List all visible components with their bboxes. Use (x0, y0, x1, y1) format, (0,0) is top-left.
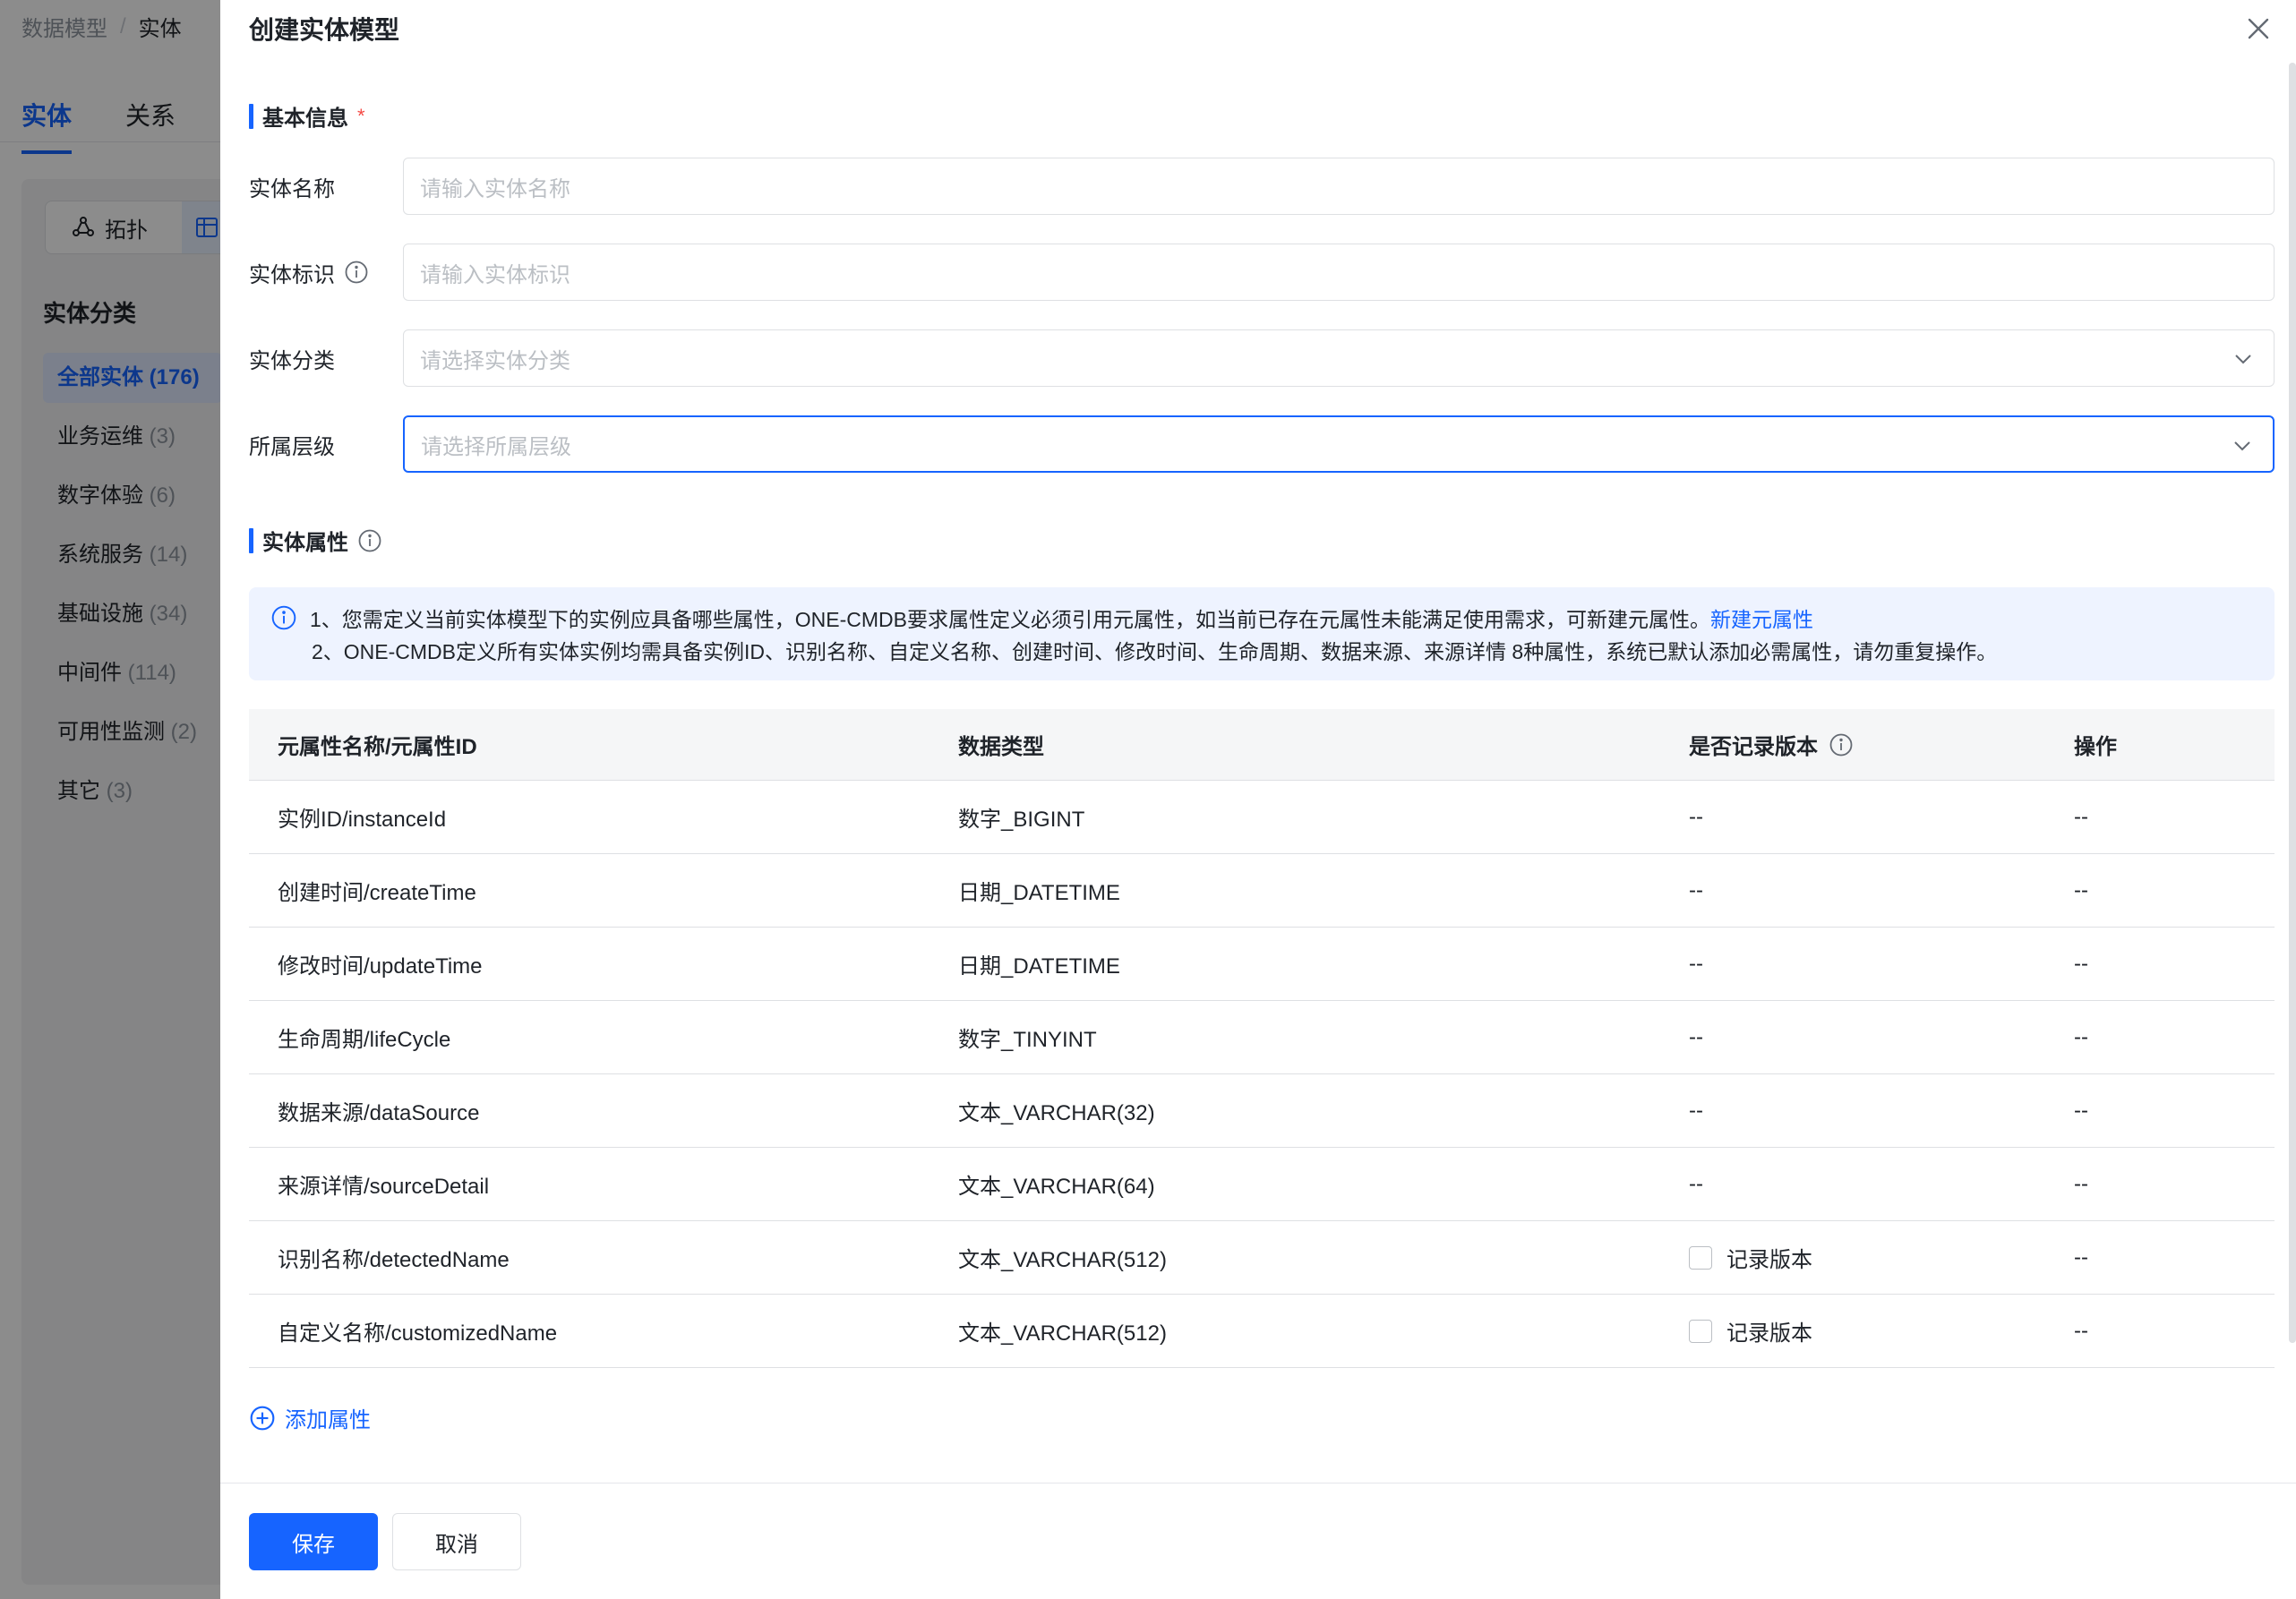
entity-category-placeholder: 请选择实体分类 (420, 348, 570, 373)
attribute-table: 元属性名称/元属性ID 数据类型 是否记录版本 操作 实例ID/instance… (249, 709, 2275, 1368)
drawer-title: 创建实体模型 (249, 16, 400, 44)
close-icon (2248, 18, 2269, 39)
cell-op: -- (2074, 951, 2088, 976)
save-button[interactable]: 保存 (249, 1513, 378, 1570)
entity-category-row: 实体分类 请选择实体分类 (249, 329, 2275, 387)
section-title-text: 基本信息 (262, 107, 348, 131)
entity-name-label: 实体名称 (249, 176, 335, 201)
entity-level-label: 所属层级 (249, 434, 335, 459)
add-attribute-label: 添加属性 (285, 1408, 371, 1432)
notice-text-1-body: 1、您需定义当前实体模型下的实例应具备哪些属性，ONE-CMDB要求属性定义必须… (310, 608, 1711, 631)
entity-attr-section-title: 实体属性 (249, 525, 382, 556)
cell-op: -- (2074, 877, 2088, 902)
plus-circle-icon (250, 1406, 275, 1430)
cell-name: 数据来源/dataSource (278, 1101, 480, 1125)
cell-name: 识别名称/detectedName (278, 1248, 510, 1272)
chevron-down-icon (2234, 441, 2250, 451)
cell-version: -- (1689, 1171, 1703, 1196)
cell-version: -- (1689, 877, 1703, 902)
add-attribute-button[interactable]: 添加属性 (249, 1402, 371, 1433)
table-row: 修改时间/updateTime 日期_DATETIME -- -- (249, 928, 2275, 1001)
entity-level-select[interactable]: 请选择所属层级 (403, 415, 2275, 473)
table-header: 元属性名称/元属性ID 数据类型 是否记录版本 操作 (249, 709, 2275, 781)
entity-level-row: 所属层级 请选择所属层级 (249, 415, 2275, 473)
checkbox-box[interactable] (1689, 1319, 1712, 1343)
section-title-text: 实体属性 (262, 531, 348, 555)
entity-level-placeholder: 请选择所属层级 (421, 434, 571, 459)
cell-version: -- (1689, 1098, 1703, 1123)
cell-op: -- (2074, 1318, 2088, 1343)
create-entity-drawer: 创建实体模型 基本信息 * 实体名称 请输入实体名称 实体标识 请输入实体标识 … (220, 0, 2296, 1599)
cell-type: 数字_BIGINT (958, 808, 1085, 832)
cell-version: 记录版本 (1689, 1242, 2074, 1273)
record-version-checkbox[interactable]: 记录版本 (1689, 1242, 1812, 1273)
checkbox-label: 记录版本 (1726, 1248, 1812, 1272)
cell-type: 文本_VARCHAR(512) (958, 1321, 1167, 1346)
table-row: 自定义名称/customizedName 文本_VARCHAR(512) 记录版… (249, 1295, 2275, 1368)
close-button[interactable] (2240, 11, 2276, 47)
cell-op: -- (2074, 1024, 2088, 1049)
new-meta-attr-link[interactable]: 新建元属性 (1710, 608, 1813, 631)
attribute-notice: 1、您需定义当前实体模型下的实例应具备哪些属性，ONE-CMDB要求属性定义必须… (249, 587, 2275, 680)
chevron-down-icon (2235, 355, 2251, 364)
header-name: 元属性名称/元属性ID (278, 735, 477, 759)
cell-type: 文本_VARCHAR(32) (958, 1101, 1155, 1125)
header-type: 数据类型 (958, 735, 1044, 759)
info-icon[interactable] (344, 260, 369, 285)
entity-identifier-row: 实体标识 请输入实体标识 (249, 244, 2275, 301)
cell-version: -- (1689, 951, 1703, 976)
entity-name-input[interactable]: 请输入实体名称 (403, 158, 2275, 215)
cell-op: -- (2074, 804, 2088, 829)
cell-name: 生命周期/lifeCycle (278, 1028, 451, 1052)
entity-category-select[interactable]: 请选择实体分类 (403, 329, 2275, 387)
info-icon[interactable] (1829, 732, 1854, 757)
cell-name: 修改时间/updateTime (278, 954, 483, 979)
entity-identifier-label: 实体标识 (249, 262, 335, 287)
table-row: 数据来源/dataSource 文本_VARCHAR(32) -- -- (249, 1074, 2275, 1148)
info-icon[interactable] (357, 528, 382, 553)
section-marker (249, 527, 253, 553)
cell-type: 文本_VARCHAR(512) (958, 1248, 1167, 1272)
basic-info-section-title: 基本信息 * (249, 100, 365, 132)
cell-op: -- (2074, 1098, 2088, 1123)
cell-op: -- (2074, 1244, 2088, 1270)
header-version: 是否记录版本 (1689, 729, 2074, 760)
entity-identifier-input[interactable]: 请输入实体标识 (403, 244, 2275, 301)
cancel-button[interactable]: 取消 (392, 1513, 521, 1570)
scrollbar[interactable] (2289, 63, 2296, 1343)
section-marker (249, 103, 253, 129)
header-op: 操作 (2074, 735, 2117, 759)
checkbox-label: 记录版本 (1726, 1321, 1812, 1346)
cell-type: 数字_TINYINT (958, 1028, 1097, 1052)
cell-name: 自定义名称/customizedName (278, 1321, 558, 1346)
required-mark: * (357, 104, 365, 127)
notice-line-1: 1、您需定义当前实体模型下的实例应具备哪些属性，ONE-CMDB要求属性定义必须… (270, 602, 2253, 634)
header-version-text: 是否记录版本 (1689, 735, 1818, 759)
table-row: 识别名称/detectedName 文本_VARCHAR(512) 记录版本 -… (249, 1221, 2275, 1295)
cell-type: 日期_DATETIME (958, 881, 1120, 905)
cell-version: -- (1689, 804, 1703, 829)
table-row: 来源详情/sourceDetail 文本_VARCHAR(64) -- -- (249, 1148, 2275, 1221)
info-icon (271, 605, 296, 630)
table-row: 生命周期/lifeCycle 数字_TINYINT -- -- (249, 1001, 2275, 1074)
cell-op: -- (2074, 1171, 2088, 1196)
cell-type: 日期_DATETIME (958, 954, 1120, 979)
notice-line-2: 2、ONE-CMDB定义所有实体实例均需具备实例ID、识别名称、自定义名称、创建… (312, 640, 1998, 663)
record-version-checkbox[interactable]: 记录版本 (1689, 1315, 1812, 1347)
checkbox-box[interactable] (1689, 1245, 1712, 1270)
cell-type: 文本_VARCHAR(64) (958, 1175, 1155, 1199)
cell-version: 记录版本 (1689, 1315, 2074, 1347)
cell-version: -- (1689, 1024, 1703, 1049)
entity-name-row: 实体名称 请输入实体名称 (249, 158, 2275, 215)
cell-name: 来源详情/sourceDetail (278, 1175, 490, 1199)
cell-name: 创建时间/createTime (278, 881, 476, 905)
cell-name: 实例ID/instanceId (278, 808, 447, 832)
entity-identifier-label-wrap: 实体标识 (249, 257, 403, 288)
notice-text-1: 1、您需定义当前实体模型下的实例应具备哪些属性，ONE-CMDB要求属性定义必须… (310, 603, 1813, 633)
entity-category-label: 实体分类 (249, 348, 335, 373)
footer-divider (220, 1483, 2296, 1484)
table-row: 创建时间/createTime 日期_DATETIME -- -- (249, 854, 2275, 928)
table-row: 实例ID/instanceId 数字_BIGINT -- -- (249, 781, 2275, 854)
